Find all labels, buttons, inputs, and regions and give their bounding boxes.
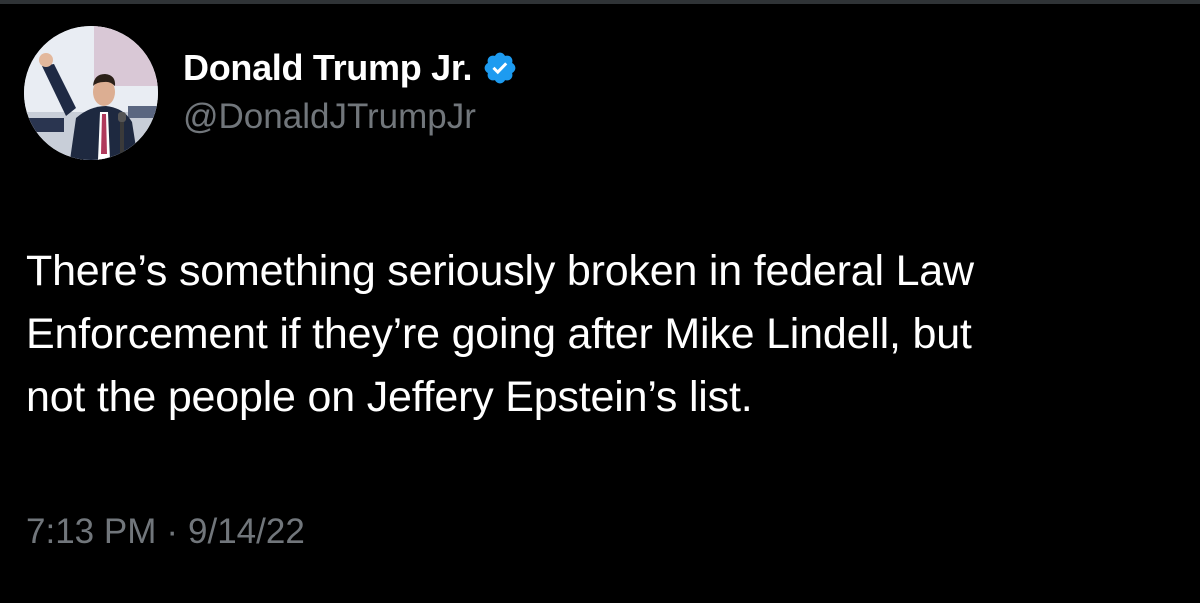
tweet-text: There’s something seriously broken in fe…: [26, 247, 974, 421]
author-name-row: Donald Trump Jr.: [183, 44, 518, 92]
avatar-photo-icon: [24, 26, 158, 160]
author-handle[interactable]: @DonaldJTrumpJr: [183, 97, 476, 137]
tweet-card: Donald Trump Jr. @DonaldJTrumpJr There’s…: [0, 0, 1200, 603]
tweet-date: 9/14/22: [188, 512, 305, 551]
verified-badge-icon: [482, 50, 518, 86]
tweet-time: 7:13 PM: [26, 512, 157, 551]
meta-separator: ·: [166, 512, 179, 551]
tweet-timestamp[interactable]: 7:13 PM · 9/14/22: [26, 512, 305, 552]
author-display-name[interactable]: Donald Trump Jr.: [183, 47, 473, 89]
author-avatar[interactable]: [24, 26, 158, 160]
